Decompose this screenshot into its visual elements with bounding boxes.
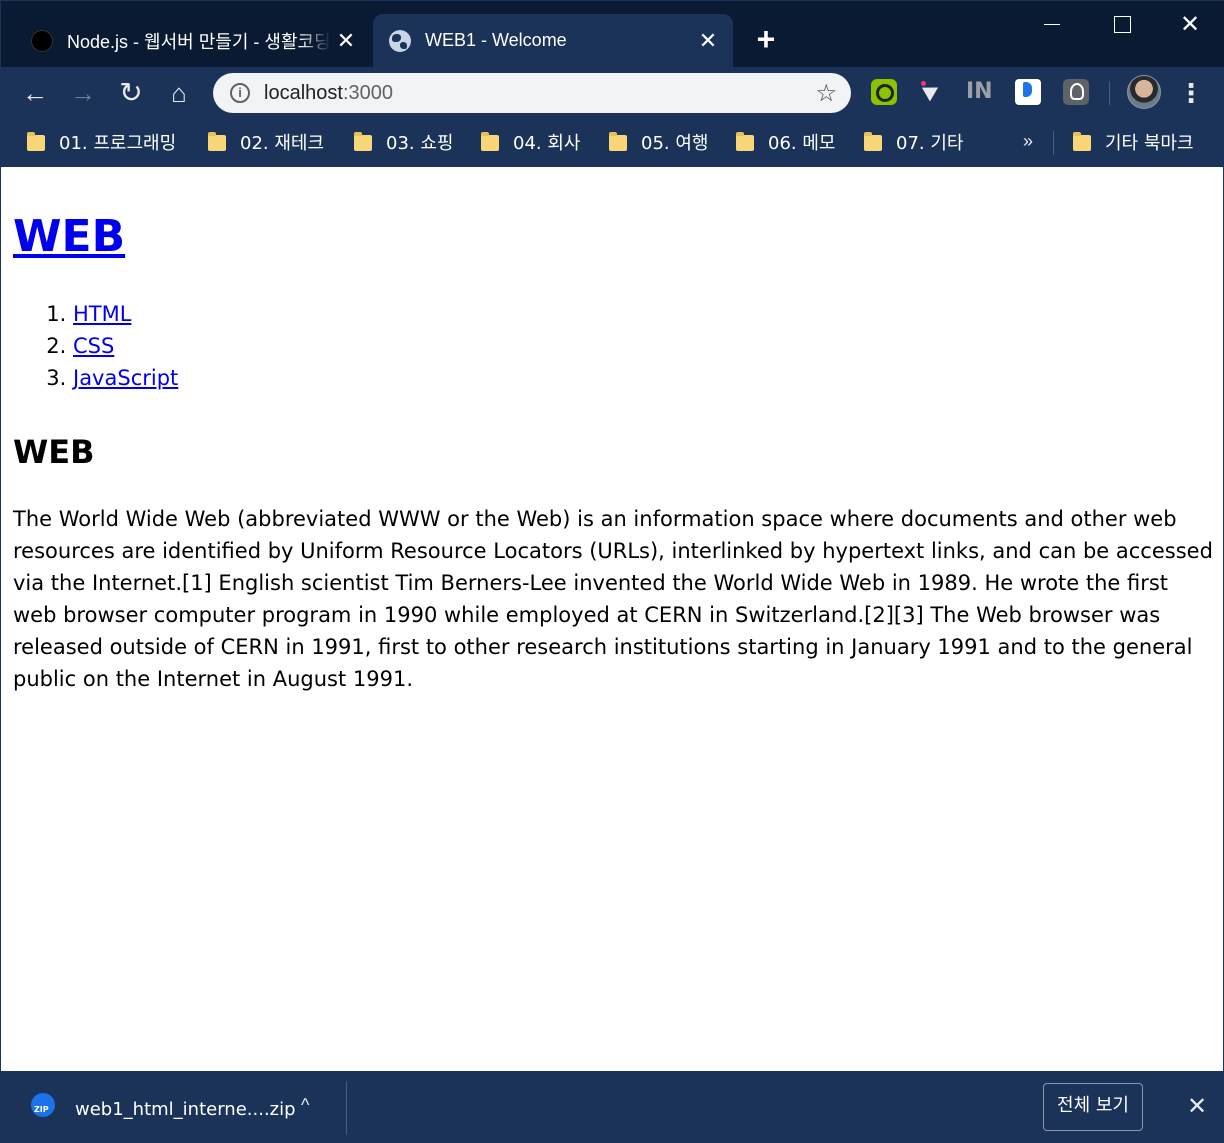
cursor-icon[interactable] (919, 79, 945, 105)
forward-button[interactable]: → (65, 75, 101, 111)
globe-icon (389, 29, 411, 52)
other-bookmarks-folder[interactable]: 기타 북마크 (1073, 127, 1194, 157)
download-bar: ZIP web1_html_interne....zip ^ 전체 보기 ✕ (1, 1071, 1224, 1143)
bookmark-label: 02. 재테크 (240, 133, 325, 154)
folder-icon (354, 132, 372, 151)
folder-icon (27, 132, 45, 151)
download-filename[interactable]: web1_html_interne....zip (75, 1099, 296, 1120)
tab-strip: Node.js - 웹서버 만들기 - 생활코딩 ✕ WEB1 - Welcom… (1, 1, 1224, 67)
folder-icon (609, 132, 627, 151)
papago-icon[interactable] (1015, 79, 1041, 105)
bookmarks-divider (1053, 131, 1054, 155)
list-item: JavaScript (73, 362, 1213, 394)
nav-list: HTML CSS JavaScript (13, 298, 1213, 394)
folder-icon (1073, 132, 1091, 151)
list-item: CSS (73, 330, 1213, 362)
close-icon[interactable]: ✕ (1183, 1093, 1211, 1121)
window-close-button[interactable]: ✕ (1165, 7, 1215, 43)
page-title: WEB (13, 211, 1213, 263)
tab-web1[interactable]: WEB1 - Welcome ✕ (373, 14, 733, 67)
tab-title: WEB1 - Welcome (425, 30, 567, 50)
tab-close-icon[interactable]: ✕ (693, 28, 723, 54)
bookmark-folder[interactable]: 01. 프로그래밍 (27, 127, 176, 157)
bulb-icon[interactable] (1063, 79, 1089, 105)
list-item: HTML (73, 298, 1213, 330)
reload-button[interactable]: ↻ (113, 75, 149, 111)
bookmarks-bar: 01. 프로그래밍 02. 재테크 03. 쇼핑 04. 회사 05. 여행 0… (1, 119, 1224, 167)
profile-avatar[interactable] (1127, 75, 1161, 109)
folder-icon (208, 132, 226, 151)
bookmark-star-icon[interactable]: ☆ (815, 79, 837, 108)
download-divider (346, 1081, 347, 1135)
show-all-button[interactable]: 전체 보기 (1043, 1083, 1143, 1131)
home-button[interactable]: ⌂ (161, 75, 197, 111)
grammarly-icon[interactable] (871, 79, 897, 105)
bookmark-label: 01. 프로그래밍 (59, 133, 177, 154)
toolbar-divider (1109, 81, 1110, 105)
site-info-icon[interactable]: i (230, 83, 250, 103)
bookmark-folder[interactable]: 03. 쇼핑 (354, 127, 453, 157)
link-html[interactable]: HTML (73, 302, 131, 326)
url-port: :3000 (342, 81, 393, 104)
back-button[interactable]: ← (17, 75, 53, 111)
bookmark-folder[interactable]: 02. 재테크 (208, 127, 324, 157)
browser-toolbar: ← → ↻ ⌂ i localhost:3000 ☆ IN ⋮ (1, 67, 1224, 119)
link-css[interactable]: CSS (73, 334, 114, 358)
page-content: WEB HTML CSS JavaScript WEB The World Wi… (13, 167, 1213, 695)
zip-file-icon: ZIP (31, 1093, 55, 1121)
bookmark-label: 04. 회사 (513, 133, 581, 154)
folder-icon (736, 132, 754, 151)
folder-icon (481, 132, 499, 151)
bookmark-folder[interactable]: 07. 기타 (864, 127, 963, 157)
chevron-up-icon[interactable]: ^ (301, 1095, 309, 1116)
address-bar[interactable]: i localhost:3000 ☆ (213, 73, 851, 113)
home-link[interactable]: WEB (13, 211, 125, 262)
link-javascript[interactable]: JavaScript (73, 366, 178, 390)
new-tab-button[interactable]: + (749, 23, 783, 57)
bookmark-label: 03. 쇼핑 (386, 133, 454, 154)
zip-label: ZIP (34, 1105, 49, 1114)
url-text[interactable]: localhost:3000 (264, 82, 393, 105)
bookmarks-overflow-icon[interactable]: » (1023, 131, 1033, 152)
bookmark-folder[interactable]: 05. 여행 (609, 127, 708, 157)
tab-close-icon[interactable]: ✕ (331, 28, 361, 54)
url-host: localhost (264, 81, 343, 104)
folder-icon (864, 132, 882, 151)
tab-nodejs[interactable]: Node.js - 웹서버 만들기 - 생활코딩 ✕ (15, 14, 371, 67)
bookmark-folder[interactable]: 04. 회사 (481, 127, 580, 157)
bookmark-label: 06. 메모 (768, 133, 836, 154)
tab-favicon (31, 29, 53, 52)
maximize-button[interactable] (1097, 7, 1147, 43)
nnn-icon[interactable]: IN (966, 79, 993, 105)
section-heading: WEB (13, 433, 95, 471)
minimize-button[interactable] (1027, 7, 1077, 43)
bookmark-label: 07. 기타 (896, 133, 964, 154)
bookmark-label: 05. 여행 (641, 133, 709, 154)
tab-title: Node.js - 웹서버 만들기 - 생활코딩 (67, 31, 331, 52)
bookmark-folder[interactable]: 06. 메모 (736, 127, 835, 157)
bookmark-label: 기타 북마크 (1105, 133, 1194, 154)
more-menu-icon[interactable]: ⋮ (1177, 77, 1205, 109)
description-paragraph: The World Wide Web (abbreviated WWW or t… (13, 507, 1213, 691)
